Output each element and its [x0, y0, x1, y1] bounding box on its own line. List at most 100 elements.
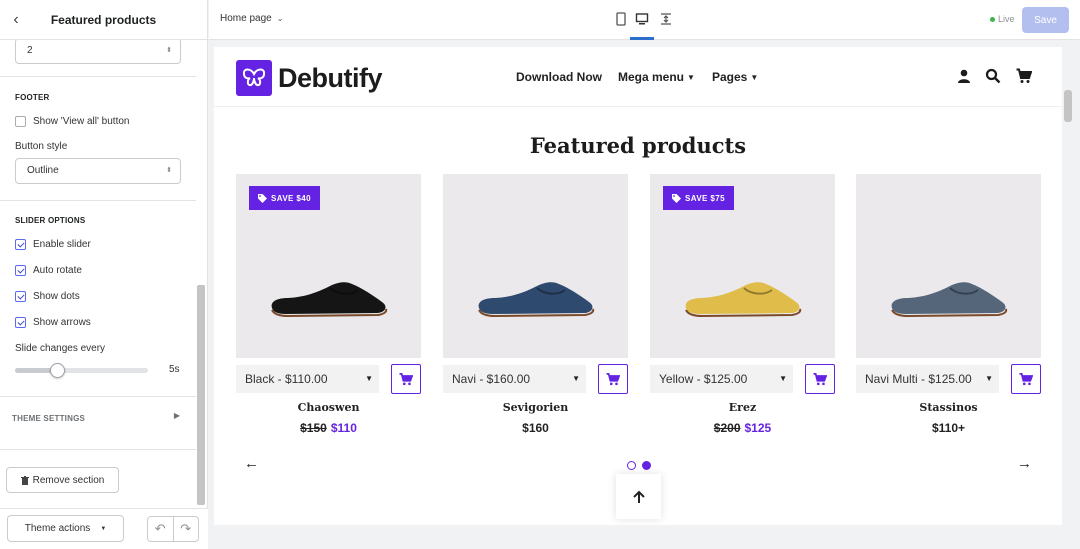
product-image[interactable]	[443, 174, 628, 358]
button-style-label: Button style	[15, 141, 68, 152]
product-name[interactable]: Erez	[650, 401, 835, 414]
slide-changes-label: Slide changes every	[15, 343, 106, 354]
product-name[interactable]: Chaoswen	[236, 401, 421, 414]
compare-at-price: $200	[713, 421, 741, 435]
auto-rotate-label: Auto rotate	[33, 265, 82, 276]
slider-thumb[interactable]	[50, 363, 65, 378]
store-logo[interactable]: Debutify	[236, 60, 383, 96]
tag-icon	[258, 193, 267, 203]
caret-down-icon: ▼	[100, 525, 107, 532]
loafer-shoe-image	[685, 282, 802, 318]
product-name[interactable]: Sevigorien	[443, 401, 628, 414]
theme-actions-label: Theme actions	[24, 523, 91, 534]
product-card[interactable]: SAVE $40 Black - $110.00 ▼ Chaoswen $150 $…	[236, 174, 421, 435]
product-name[interactable]: Stassinos	[856, 401, 1041, 414]
variant-select[interactable]: Navi - $160.00 ▼	[443, 365, 586, 393]
product-image[interactable]: SAVE $40	[236, 174, 421, 358]
divider	[0, 200, 196, 201]
checkbox-checked-icon[interactable]	[15, 291, 26, 302]
mobile-view-icon[interactable]	[614, 12, 628, 26]
nav-label: Download Now	[516, 70, 602, 84]
preview-scrollbar[interactable]	[1064, 90, 1072, 122]
rows-select[interactable]: 2 ⬍	[15, 40, 181, 64]
product-card[interactable]: Navi - $160.00 ▼ Sevigorien $160	[443, 174, 628, 435]
slide-interval-value: 5s	[169, 364, 180, 375]
live-status: Live	[990, 14, 1015, 24]
store-preview[interactable]: Debutify Download Now Mega menu ▼ Pages ▼ …	[214, 47, 1062, 525]
loafer-shoe-image	[478, 282, 595, 318]
back-chevron-icon[interactable]: ‹	[8, 11, 24, 29]
add-to-cart-button[interactable]	[598, 364, 628, 394]
sidebar-scrollbar[interactable]	[197, 285, 205, 505]
page-selector[interactable]: Home page ⌄	[220, 13, 283, 24]
variant-select[interactable]: Black - $110.00 ▼	[236, 365, 379, 393]
save-badge: SAVE $40	[249, 186, 320, 210]
compare-at-price: $150	[300, 421, 327, 435]
variant-select-value: Navi - $160.00	[452, 372, 531, 386]
redo-icon[interactable]: ↷	[174, 517, 199, 541]
variant-select-value: Black - $110.00	[245, 372, 328, 386]
chevron-down-icon: ▼	[365, 374, 373, 383]
product-card[interactable]: Navi Multi - $125.00 ▼ Stassinos $110+	[856, 174, 1041, 435]
show-dots-checkbox[interactable]: Show dots	[15, 291, 80, 302]
slider-dot[interactable]	[627, 461, 636, 470]
brand-name: Debutify	[278, 62, 383, 93]
chevron-down-icon: ▼	[687, 72, 695, 82]
butterfly-logo-icon	[236, 60, 272, 96]
slider-prev-arrow-icon[interactable]: ←	[244, 455, 259, 472]
active-device-indicator	[630, 37, 654, 40]
account-icon[interactable]	[956, 68, 972, 84]
live-dot-icon	[990, 16, 995, 22]
nav-download-now[interactable]: Download Now	[516, 70, 602, 84]
save-button[interactable]: Save	[1022, 7, 1069, 33]
nav-pages[interactable]: Pages ▼	[712, 70, 758, 84]
theme-actions-button[interactable]: Theme actions ▼	[7, 515, 124, 542]
variant-select[interactable]: Yellow - $125.00 ▼	[650, 365, 793, 393]
enable-slider-checkbox[interactable]: Enable slider	[15, 239, 91, 250]
section-title: Featured products	[529, 133, 747, 158]
cart-icon	[606, 372, 620, 385]
page-selector-label: Home page	[220, 13, 272, 24]
desktop-view-icon[interactable]	[635, 12, 649, 26]
variant-select[interactable]: Navi Multi - $125.00 ▼	[856, 365, 999, 393]
slider-next-arrow-icon[interactable]: →	[1017, 455, 1032, 472]
product-image[interactable]: SAVE $75	[650, 174, 835, 358]
chevron-down-icon: ⌄	[276, 14, 284, 23]
sidebar-footer: Theme actions ▼ ↶ ↷	[0, 508, 208, 549]
remove-section-button[interactable]: Remove section	[6, 467, 119, 493]
cart-icon	[399, 372, 413, 385]
product-card[interactable]: SAVE $75 Yellow - $125.00 ▼ Erez $200 $125	[650, 174, 835, 435]
theme-settings-row[interactable]: THEME SETTINGS ▶	[0, 396, 196, 450]
fullscreen-view-icon[interactable]	[659, 12, 673, 26]
slider-dot-active[interactable]	[642, 461, 651, 470]
divider	[0, 76, 196, 77]
nav-mega-menu[interactable]: Mega menu ▼	[618, 70, 695, 84]
checkbox-checked-icon[interactable]	[15, 265, 26, 276]
checkbox-checked-icon[interactable]	[15, 239, 26, 250]
undo-icon[interactable]: ↶	[148, 517, 174, 541]
slide-interval-slider[interactable]	[15, 363, 148, 378]
chevron-down-icon: ▼	[572, 374, 580, 383]
caret-right-icon: ▶	[173, 411, 180, 420]
checkbox-checked-icon[interactable]	[15, 317, 26, 328]
auto-rotate-checkbox[interactable]: Auto rotate	[15, 265, 82, 276]
nav-label: Pages	[712, 70, 748, 84]
add-to-cart-button[interactable]	[1011, 364, 1041, 394]
button-style-select[interactable]: Outline ⬍	[15, 158, 181, 184]
live-label: Live	[998, 14, 1015, 24]
product-image[interactable]	[856, 174, 1041, 358]
checkbox-box[interactable]	[15, 116, 26, 127]
search-icon[interactable]	[985, 68, 1001, 84]
product-price: $150 $110	[236, 421, 421, 435]
cart-icon[interactable]	[1016, 68, 1032, 84]
back-to-top-button[interactable]	[616, 474, 661, 519]
undo-redo-group: ↶ ↷	[147, 516, 199, 542]
add-to-cart-button[interactable]	[391, 364, 421, 394]
sidebar-settings-panel[interactable]: 2 ⬍ FOOTER Show 'View all' button Button…	[0, 40, 196, 508]
add-to-cart-button[interactable]	[805, 364, 835, 394]
show-view-all-label: Show 'View all' button	[33, 116, 130, 127]
show-view-all-checkbox[interactable]: Show 'View all' button	[15, 116, 129, 127]
show-arrows-checkbox[interactable]: Show arrows	[15, 317, 91, 328]
editor-topbar: Home page ⌄ Live Save	[209, 0, 1080, 40]
chevron-down-icon: ▼	[985, 374, 993, 383]
